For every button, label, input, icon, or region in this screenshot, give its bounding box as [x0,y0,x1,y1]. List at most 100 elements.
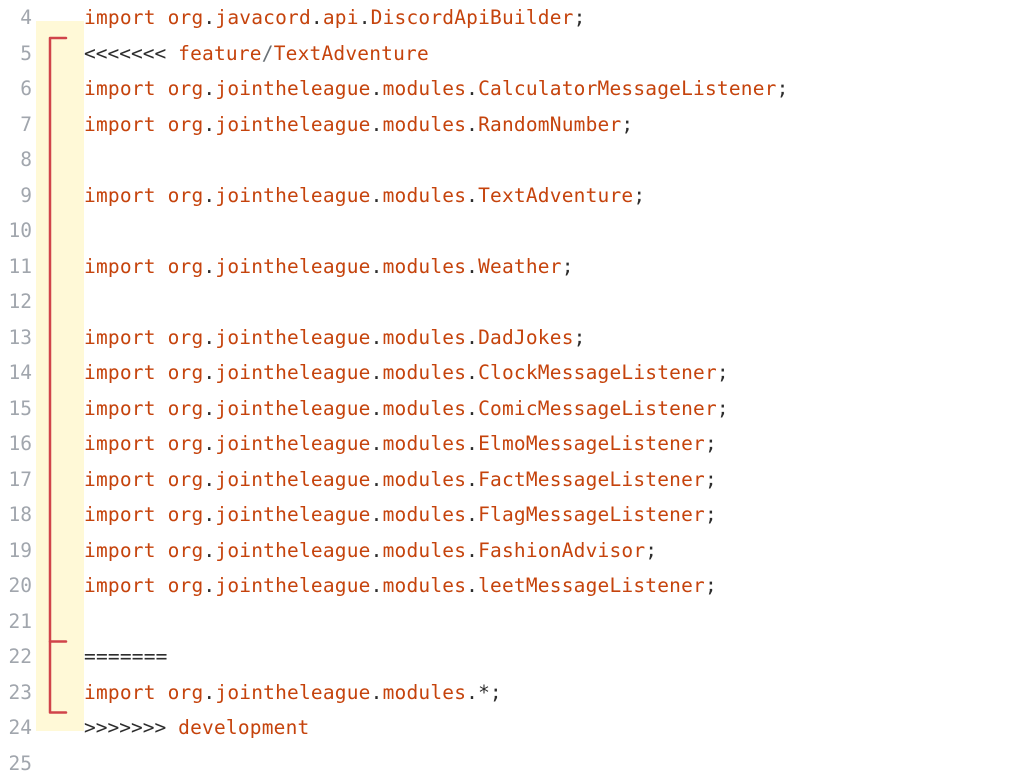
package-segment: jointheleague [215,77,370,100]
conflict-branch: TextAdventure [274,42,429,65]
package-segment: org [168,361,204,384]
class-name: CalculatorMessageListener [478,77,777,100]
class-name: DiscordApiBuilder [371,6,574,29]
code-line[interactable]: import org.jointheleague.modules.Calcula… [84,71,1024,107]
package-segment: jointheleague [215,468,370,491]
class-name: ComicMessageListener [478,397,717,420]
package-segment: jointheleague [215,539,370,562]
package-segment: org [168,432,204,455]
code-line[interactable]: import org.javacord.api.DiscordApiBuilde… [84,0,1024,36]
package-segment: jointheleague [215,432,370,455]
keyword-import: import [84,539,156,562]
keyword-import: import [84,113,156,136]
package-segment: org [168,184,204,207]
class-name: DadJokes [478,326,574,349]
blank-line[interactable] [84,213,1024,249]
line-number: 23 [0,675,32,711]
line-number: 19 [0,533,32,569]
package-segment: jointheleague [215,113,370,136]
code-editor[interactable]: 45678910111213141516171819202122232425 i… [0,0,1024,782]
package-segment: modules [383,574,467,597]
merge-conflict-separator[interactable]: ======= [84,639,1024,675]
keyword-import: import [84,361,156,384]
conflict-marker: >>>>>>> [84,716,166,739]
line-number: 12 [0,284,32,320]
package-segment: org [168,6,204,29]
package-segment: org [168,681,204,704]
package-segment: jointheleague [215,184,370,207]
class-name: RandomNumber [478,113,621,136]
package-segment: jointheleague [215,503,370,526]
package-segment: modules [383,326,467,349]
line-number: 24 [0,710,32,746]
package-segment: org [168,503,204,526]
line-number: 17 [0,462,32,498]
class-name: TextAdventure [478,184,633,207]
package-segment: jointheleague [215,255,370,278]
package-segment: api [323,6,359,29]
line-number: 22 [0,639,32,675]
code-line[interactable]: import org.jointheleague.modules.FactMes… [84,462,1024,498]
code-line[interactable]: import org.jointheleague.modules.leetMes… [84,568,1024,604]
slash-icon: / [262,42,274,65]
package-segment: modules [383,255,467,278]
keyword-import: import [84,503,156,526]
conflict-branch: feature [178,42,262,65]
blank-line[interactable] [84,284,1024,320]
code-line[interactable]: import org.jointheleague.modules.ComicMe… [84,391,1024,427]
merge-conflict-end[interactable]: >>>>>>> development [84,710,1024,746]
code-line[interactable]: import org.jointheleague.modules.ClockMe… [84,355,1024,391]
package-segment: modules [383,681,467,704]
line-number: 5 [0,36,32,72]
package-segment: org [168,326,204,349]
line-number: 4 [0,0,32,36]
code-line[interactable]: import org.jointheleague.modules.DadJoke… [84,320,1024,356]
class-name: FashionAdvisor [478,539,645,562]
line-number: 9 [0,178,32,214]
code-area[interactable]: import org.javacord.api.DiscordApiBuilde… [84,0,1024,782]
keyword-import: import [84,432,156,455]
package-segment: modules [383,361,467,384]
blank-line[interactable] [84,604,1024,640]
line-number: 16 [0,426,32,462]
code-line[interactable]: import org.jointheleague.modules.TextAdv… [84,178,1024,214]
code-line[interactable]: import org.jointheleague.modules.RandomN… [84,107,1024,143]
package-segment: modules [383,539,467,562]
merge-conflict-start[interactable]: <<<<<<< feature/TextAdventure [84,36,1024,72]
package-segment: modules [383,184,467,207]
code-line[interactable]: import org.jointheleague.modules.FlagMes… [84,497,1024,533]
package-segment: org [168,574,204,597]
class-name: ClockMessageListener [478,361,717,384]
line-number: 14 [0,355,32,391]
keyword-import: import [84,681,156,704]
code-line[interactable]: import org.jointheleague.modules.Fashion… [84,533,1024,569]
conflict-highlight [36,21,84,731]
line-number: 8 [0,142,32,178]
blank-line[interactable] [84,142,1024,178]
code-line[interactable]: import org.jointheleague.modules.Weather… [84,249,1024,285]
line-number: 6 [0,71,32,107]
keyword-import: import [84,6,156,29]
code-line[interactable]: import org.jointheleague.modules.*; [84,675,1024,711]
package-segment: modules [383,468,467,491]
package-segment: jointheleague [215,681,370,704]
wildcard-star: * [478,681,490,704]
package-segment: modules [383,113,467,136]
package-segment: org [168,77,204,100]
code-line[interactable]: import org.jointheleague.modules.ElmoMes… [84,426,1024,462]
line-number: 13 [0,320,32,356]
keyword-import: import [84,255,156,278]
package-segment: jointheleague [215,326,370,349]
package-segment: jointheleague [215,361,370,384]
conflict-highlight-column [36,0,84,782]
conflict-marker: <<<<<<< [84,42,166,65]
class-name: leetMessageListener [478,574,705,597]
keyword-import: import [84,468,156,491]
package-segment: org [168,397,204,420]
blank-line[interactable] [84,746,1024,782]
package-segment: org [168,468,204,491]
keyword-import: import [84,326,156,349]
line-number: 25 [0,746,32,782]
line-number: 18 [0,497,32,533]
line-number: 20 [0,568,32,604]
